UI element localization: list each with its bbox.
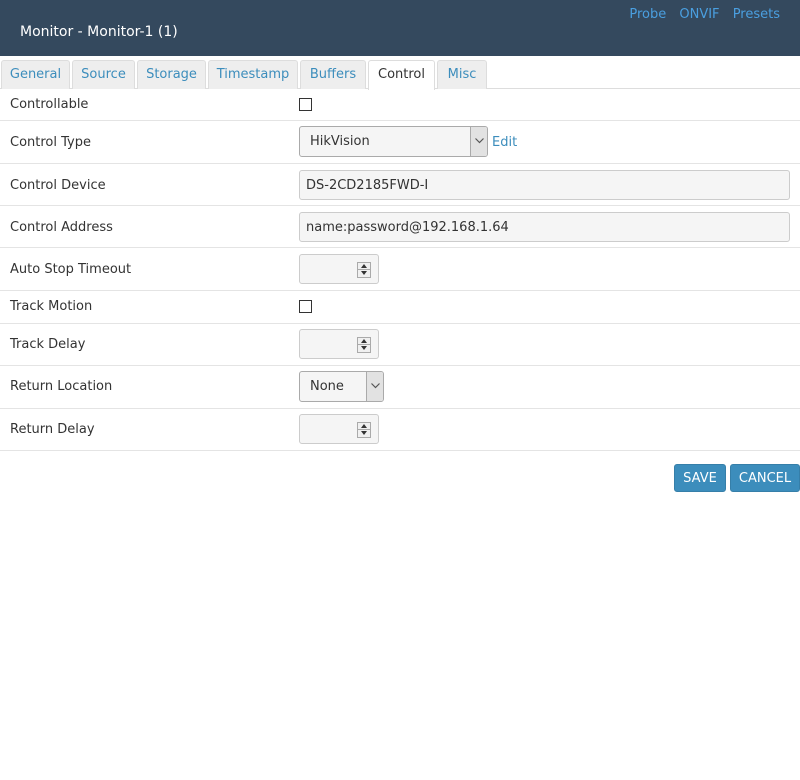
spin-up-icon[interactable]: [358, 338, 370, 345]
tab-buffers[interactable]: Buffers: [300, 60, 366, 89]
row-return-location: Return Location None: [0, 366, 800, 409]
control-type-value: HikVision: [310, 134, 370, 149]
probe-link[interactable]: Probe: [629, 7, 666, 22]
row-return-delay: Return Delay: [0, 409, 800, 451]
tab-source[interactable]: Source: [72, 60, 135, 89]
tab-general[interactable]: General: [1, 60, 70, 89]
cancel-button[interactable]: CANCEL: [730, 464, 800, 492]
track-motion-label: Track Motion: [10, 299, 93, 314]
tab-bar: General Source Storage Timestamp Buffers…: [0, 60, 800, 90]
row-track-motion: Track Motion: [0, 291, 800, 324]
return-delay-label: Return Delay: [10, 422, 95, 437]
header-links: Probe ONVIF Presets: [620, 7, 780, 22]
control-type-select[interactable]: HikVision: [299, 126, 488, 157]
return-location-select[interactable]: None: [299, 371, 384, 402]
row-control-type: Control Type HikVision Edit: [0, 121, 800, 164]
number-spinner[interactable]: [357, 337, 371, 353]
control-device-value: DS-2CD2185FWD-I: [306, 178, 429, 193]
spin-up-icon[interactable]: [358, 263, 370, 270]
auto-stop-timeout-label: Auto Stop Timeout: [10, 262, 132, 277]
track-motion-checkbox[interactable]: [299, 300, 312, 313]
auto-stop-timeout-input[interactable]: [299, 254, 379, 284]
number-spinner[interactable]: [357, 422, 371, 438]
control-type-label: Control Type: [10, 135, 91, 150]
onvif-link[interactable]: ONVIF: [679, 7, 719, 22]
page-title: Monitor - Monitor-1 (1): [20, 24, 178, 40]
chevron-down-icon: [366, 372, 383, 401]
chevron-down-icon: [470, 127, 487, 156]
spin-up-icon[interactable]: [358, 423, 370, 430]
control-device-input[interactable]: DS-2CD2185FWD-I: [299, 170, 790, 200]
spin-down-icon[interactable]: [358, 270, 370, 277]
return-location-label: Return Location: [10, 379, 113, 394]
tab-timestamp[interactable]: Timestamp: [208, 60, 298, 89]
presets-link[interactable]: Presets: [733, 7, 780, 22]
row-control-device: Control Device DS-2CD2185FWD-I: [0, 164, 800, 206]
tab-storage[interactable]: Storage: [137, 60, 206, 89]
row-controllable: Controllable: [0, 89, 800, 121]
return-delay-input[interactable]: [299, 414, 379, 444]
control-type-edit-link[interactable]: Edit: [492, 135, 517, 150]
controllable-checkbox[interactable]: [299, 98, 312, 111]
track-delay-label: Track Delay: [10, 337, 86, 352]
control-address-value: name:password@192.168.1.64: [306, 220, 509, 235]
return-location-value: None: [310, 379, 344, 394]
tab-misc[interactable]: Misc: [437, 60, 487, 89]
controllable-label: Controllable: [10, 97, 89, 112]
tab-control[interactable]: Control: [368, 60, 435, 90]
save-button[interactable]: SAVE: [674, 464, 726, 492]
row-control-address: Control Address name:password@192.168.1.…: [0, 206, 800, 248]
row-track-delay: Track Delay: [0, 324, 800, 366]
control-address-input[interactable]: name:password@192.168.1.64: [299, 212, 790, 242]
row-auto-stop-timeout: Auto Stop Timeout: [0, 248, 800, 291]
track-delay-input[interactable]: [299, 329, 379, 359]
control-address-label: Control Address: [10, 220, 113, 235]
spin-down-icon[interactable]: [358, 430, 370, 437]
spin-down-icon[interactable]: [358, 345, 370, 352]
page-header: Monitor - Monitor-1 (1) Probe ONVIF Pres…: [0, 0, 800, 56]
control-device-label: Control Device: [10, 178, 106, 193]
number-spinner[interactable]: [357, 262, 371, 278]
